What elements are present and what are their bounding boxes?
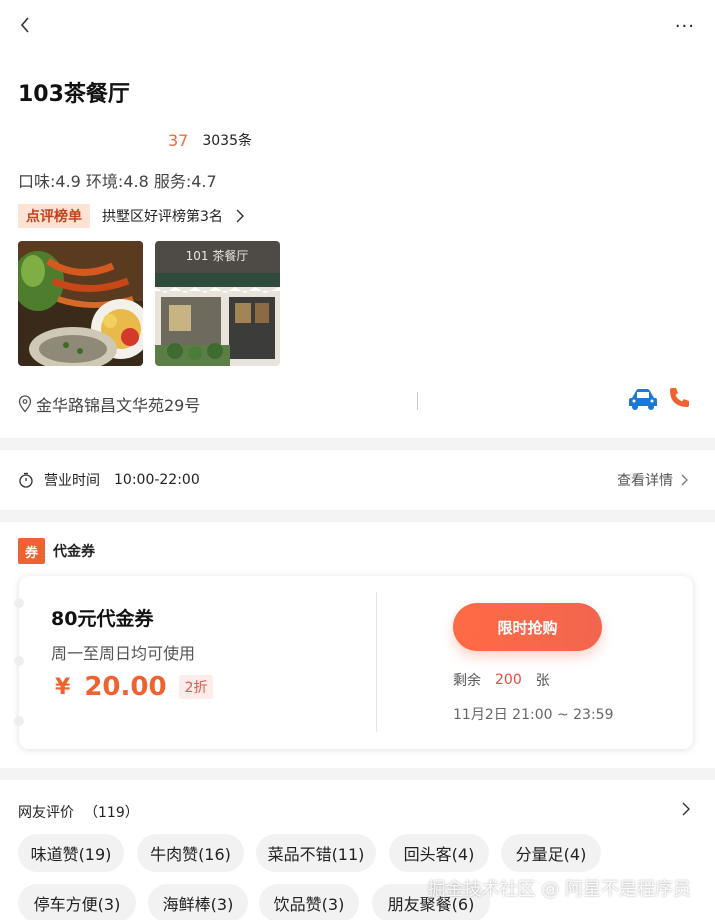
discount-badge: 2折 xyxy=(178,675,214,699)
section-gap xyxy=(0,768,715,780)
hours-time: 10:00-22:00 xyxy=(114,472,200,488)
coupon-price: ¥ 20.00 2折 xyxy=(55,672,214,702)
address-row[interactable]: 金华路锦昌文华苑29号 xyxy=(18,392,200,416)
reviews-title: 网友评价 xyxy=(18,805,74,821)
top-bar: ··· xyxy=(0,0,715,60)
valid-time: 11月2日 21:00 ~ 23:59 xyxy=(453,707,614,723)
clock-icon xyxy=(19,472,33,488)
price-amount: 20.00 xyxy=(84,672,167,702)
dish-photo[interactable] xyxy=(18,241,143,366)
review-tag[interactable]: 回头客(4) xyxy=(389,834,489,872)
card-notch xyxy=(14,598,24,608)
address-text: 金华路锦昌文华苑29号 xyxy=(36,396,201,415)
review-tag[interactable]: 菜品不错(11) xyxy=(256,834,376,872)
review-tag[interactable]: 海鲜棒(3) xyxy=(148,884,248,920)
rating-row: 37 3035条 xyxy=(168,130,252,150)
storefront-photo[interactable]: 101 茶餐厅 xyxy=(155,241,280,366)
phone-icon[interactable] xyxy=(667,386,691,410)
rating-score: 37 xyxy=(168,130,189,150)
review-count[interactable]: 3035条 xyxy=(202,130,252,150)
coupon-section-header: 券 代金券 xyxy=(18,538,95,564)
sub-scores: 口味:4.9 环境:4.8 服务:4.7 xyxy=(18,172,217,191)
storefront-sign-text: 101 茶餐厅 xyxy=(186,248,249,263)
hours-label: 营业时间 xyxy=(44,473,100,489)
review-tag[interactable]: 牛肉赞(16) xyxy=(137,834,244,872)
rank-text: 拱墅区好评榜第3名 xyxy=(102,209,223,225)
remaining-suffix: 张 xyxy=(535,673,550,689)
watermark: 掘金技术社区 @ 阿星不是程序员 xyxy=(427,879,691,900)
more-menu-icon[interactable]: ··· xyxy=(675,16,695,37)
review-tag[interactable]: 味道赞(19) xyxy=(18,834,124,872)
review-tag[interactable]: 分量足(4) xyxy=(501,834,601,872)
restaurant-title: 103茶餐厅 xyxy=(18,82,130,107)
chevron-right-icon xyxy=(681,474,688,486)
review-tag[interactable]: 停车方便(3) xyxy=(18,884,136,920)
chevron-right-icon[interactable] xyxy=(681,802,691,816)
rank-row[interactable]: 点评榜单 拱墅区好评榜第3名 xyxy=(18,204,245,228)
card-notch xyxy=(14,656,24,666)
remaining-prefix: 剩余 xyxy=(453,673,481,689)
card-notch xyxy=(14,716,24,726)
hours-detail-link[interactable]: 查看详情 xyxy=(617,470,689,490)
flash-buy-button[interactable]: 限时抢购 xyxy=(453,603,602,651)
rank-badge: 点评榜单 xyxy=(18,204,90,228)
coupon-divider xyxy=(376,592,377,732)
storefront-illustration: 101 茶餐厅 xyxy=(155,241,280,366)
reviews-count: （119） xyxy=(84,805,139,821)
business-hours-row: 营业时间 10:00-22:00 xyxy=(18,470,200,490)
remaining-stock: 剩余 200 张 xyxy=(453,670,550,690)
back-arrow-icon[interactable] xyxy=(16,14,38,36)
car-icon[interactable] xyxy=(628,386,658,412)
section-gap xyxy=(0,438,715,450)
coupon-mark-icon: 券 xyxy=(18,538,45,564)
reviews-header[interactable]: 网友评价 （119） xyxy=(18,802,139,822)
coupon-section-title: 代金券 xyxy=(53,544,95,560)
section-gap xyxy=(0,510,715,522)
coupon-usage: 周一至周日均可使用 xyxy=(51,644,196,663)
address-divider xyxy=(417,392,418,410)
dish-illustration xyxy=(18,241,143,366)
remaining-count: 200 xyxy=(495,672,522,688)
coupon-card[interactable]: 80元代金券 周一至周日均可使用 ¥ 20.00 2折 限时抢购 剩余 200 … xyxy=(14,576,693,749)
review-tag[interactable]: 饮品赞(3) xyxy=(259,884,359,920)
coupon-name: 80元代金券 xyxy=(51,608,154,630)
chevron-right-icon xyxy=(236,209,244,223)
currency-symbol: ¥ xyxy=(55,674,71,700)
location-pin-icon xyxy=(18,395,32,413)
hours-detail-label: 查看详情 xyxy=(617,473,673,489)
